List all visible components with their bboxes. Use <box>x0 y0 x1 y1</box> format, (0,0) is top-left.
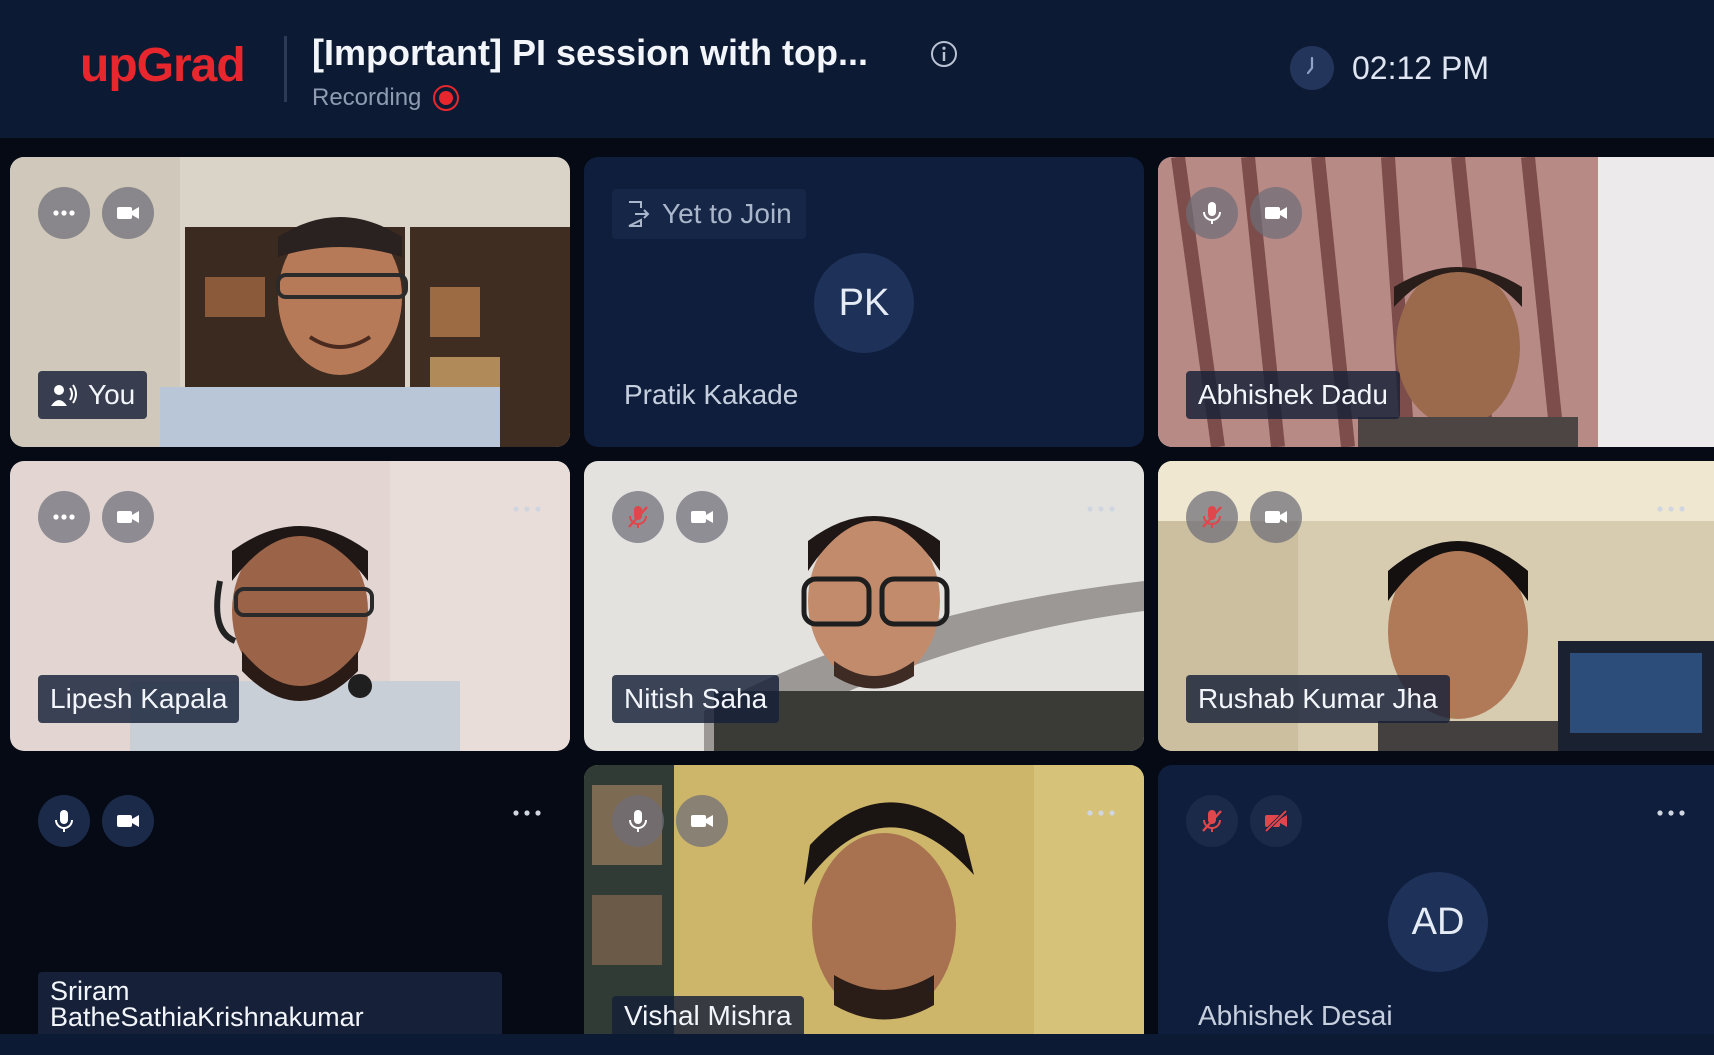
participant-name: Sriram BatheSathiaKrishnakumar <box>50 976 364 1032</box>
microphone-muted-button[interactable] <box>1186 491 1238 543</box>
header-divider <box>284 36 287 102</box>
camera-off-button[interactable] <box>1250 795 1302 847</box>
camera-button[interactable] <box>102 795 154 847</box>
video-tile-vishal-mishra[interactable]: Vishal Mishra <box>584 765 1144 1034</box>
video-camera-icon <box>1265 511 1287 523</box>
video-tile-you[interactable]: You <box>10 157 570 447</box>
participant-name-tag: Rushab Kumar Jha <box>1186 675 1450 723</box>
participant-name: Abhishek Dadu <box>1198 379 1388 410</box>
participant-name: Abhishek Desai <box>1198 1000 1393 1031</box>
participant-name-tag: Lipesh Kapala <box>38 675 240 723</box>
join-door-icon <box>628 201 650 227</box>
bottom-toolbar <box>0 1034 1714 1055</box>
microphone-button[interactable] <box>1186 187 1238 239</box>
info-icon[interactable] <box>930 40 958 68</box>
tile-menu-icon[interactable] <box>1086 505 1116 513</box>
video-camera-icon <box>117 511 139 523</box>
participant-name-tag: Abhishek Desai <box>1186 996 1405 1034</box>
meeting-title: [Important] PI session with top... <box>312 32 869 73</box>
tile-menu-icon[interactable] <box>512 505 542 513</box>
video-camera-icon <box>691 815 713 827</box>
video-camera-icon <box>117 207 139 219</box>
microphone-off-icon <box>627 504 649 530</box>
microphone-button[interactable] <box>38 795 90 847</box>
video-tile-abhishek-dadu[interactable]: Abhishek Dadu <box>1158 157 1714 447</box>
microphone-button[interactable] <box>612 795 664 847</box>
recording-label: Recording <box>312 84 422 111</box>
camera-button[interactable] <box>676 795 728 847</box>
video-camera-icon <box>691 511 713 523</box>
camera-button[interactable] <box>1250 491 1302 543</box>
video-tile-abhishek-desai[interactable]: AD Abhishek Desai <box>1158 765 1714 1034</box>
microphone-icon <box>55 809 73 833</box>
camera-button[interactable] <box>1250 187 1302 239</box>
video-tile-sriram[interactable]: Sriram BatheSathiaKrishnakumar <box>10 765 570 1034</box>
speaking-icon <box>51 384 77 406</box>
video-feed <box>584 765 1144 1034</box>
participant-name: Rushab Kumar Jha <box>1198 683 1438 714</box>
microphone-icon <box>629 809 647 833</box>
clock-time: 02:12 PM <box>1352 50 1489 86</box>
yet-to-join-label: Yet to Join <box>662 198 792 229</box>
participant-name: You <box>88 379 136 410</box>
more-options-button[interactable] <box>38 491 90 543</box>
participant-name: Lipesh Kapala <box>50 683 228 714</box>
video-tile-pratik-kakade[interactable]: Yet to Join PK Pratik Kakade <box>584 157 1144 447</box>
tile-menu-icon[interactable] <box>1656 809 1686 817</box>
camera-button[interactable] <box>102 187 154 239</box>
more-options-button[interactable] <box>38 187 90 239</box>
video-camera-icon <box>117 815 139 827</box>
video-tile-rushab-kumar-jha[interactable]: Rushab Kumar Jha <box>1158 461 1714 751</box>
more-horizontal-icon <box>53 514 75 520</box>
microphone-off-icon <box>1201 808 1223 834</box>
clock-icon <box>1290 46 1334 90</box>
avatar: AD <box>1388 872 1488 972</box>
camera-button[interactable] <box>676 491 728 543</box>
microphone-muted-button[interactable] <box>1186 795 1238 847</box>
participant-name: Pratik Kakade <box>624 379 799 410</box>
participant-name-tag: Abhishek Dadu <box>1186 371 1400 419</box>
video-camera-icon <box>1265 207 1287 219</box>
meeting-header: upGrad [Important] PI session with top..… <box>0 0 1714 138</box>
microphone-muted-button[interactable] <box>612 491 664 543</box>
recording-indicator-icon <box>433 85 460 111</box>
participant-name-tag: Sriram BatheSathiaKrishnakumar <box>38 972 502 1034</box>
recording-status: Recording <box>312 84 460 112</box>
avatar: PK <box>814 253 914 353</box>
camera-button[interactable] <box>102 491 154 543</box>
tile-menu-icon[interactable] <box>512 809 542 817</box>
video-camera-off-icon <box>1263 809 1289 833</box>
video-tile-lipesh-kapala[interactable]: Lipesh Kapala <box>10 461 570 751</box>
yet-to-join-badge: Yet to Join <box>612 189 806 239</box>
participant-name-tag: Vishal Mishra <box>612 996 804 1034</box>
upgrad-logo: upGrad <box>80 39 246 92</box>
microphone-off-icon <box>1201 504 1223 530</box>
microphone-icon <box>1203 201 1221 225</box>
participant-name-tag: You <box>38 371 148 419</box>
participant-name: Nitish Saha <box>624 683 768 714</box>
participant-name-tag: Nitish Saha <box>612 675 780 723</box>
tile-menu-icon[interactable] <box>1086 809 1116 817</box>
video-tile-nitish-saha[interactable]: Nitish Saha <box>584 461 1144 751</box>
more-horizontal-icon <box>53 210 75 216</box>
participant-name-tag: Pratik Kakade <box>612 371 810 419</box>
participant-name: Vishal Mishra <box>624 1000 792 1031</box>
tile-menu-icon[interactable] <box>1656 505 1686 513</box>
